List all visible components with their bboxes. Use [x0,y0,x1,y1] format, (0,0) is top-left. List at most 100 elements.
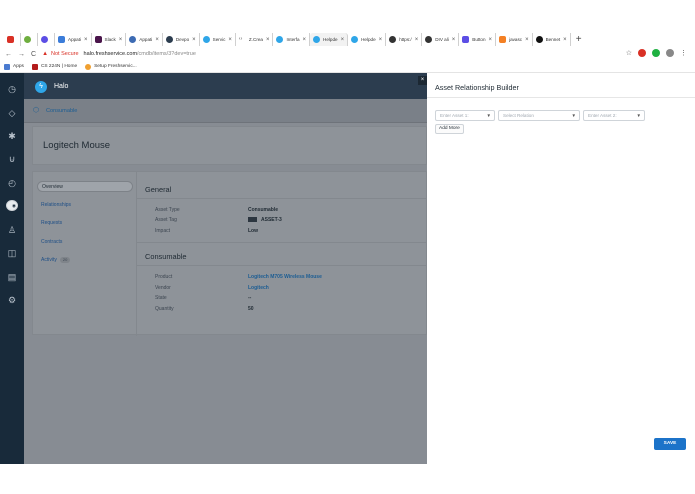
back-button[interactable]: ← [5,51,12,58]
tab-helpdesk[interactable]: Helpde × [348,33,387,46]
save-button[interactable]: SAVE [654,438,686,450]
tab-close-icon[interactable]: × [379,37,383,43]
bookmark-apps[interactable]: Apps [4,63,24,70]
screen: Appati × Slack × Appati × Devpo × Servic × ‹›… [0,0,695,494]
section-title-general: General [145,185,172,194]
tab-label: Helpde [323,37,338,42]
bookmark-freshservice[interactable]: Setup Freshservic... [85,63,137,70]
tab-zcrea[interactable]: ‹› Z.Crea × [236,33,274,46]
breadcrumb-consumable[interactable]: Consumable [46,108,77,114]
reports-icon[interactable]: ▤ [6,271,18,283]
field-label-vendor: Vendor [155,285,171,291]
tab-close-icon[interactable]: × [303,37,307,43]
users-icon[interactable]: ♙ [6,224,18,236]
tab-close-icon[interactable]: × [192,37,196,43]
field-value-impact: Low [248,228,258,234]
tab-close-icon[interactable]: × [84,37,88,43]
tab-close-icon[interactable]: × [341,37,345,43]
field-value-product-link[interactable]: Logitech M705 Wireless Mouse [248,274,322,280]
menu-icon[interactable]: ⋮ [680,49,687,57]
warning-icon: ▲ [42,51,49,57]
chrome-tab[interactable] [38,33,55,46]
bookmark-cs224n[interactable]: CS 224N | Home [31,63,78,70]
tab-favicon [94,36,102,43]
tab-label: Appati [139,37,153,42]
tab-favicon [535,36,543,43]
tab-appati[interactable]: Appati × [55,33,92,46]
new-tab-button[interactable]: + [576,34,582,45]
url-path: /cmdb/items/3?dev=true [137,51,196,57]
tab-service[interactable]: Servic × [200,33,236,46]
tab-requests[interactable]: Requests [37,218,133,229]
tickets-icon[interactable]: ◇ [6,107,18,119]
admin-gear-icon[interactable]: ⚙ [6,294,18,306]
relation-placeholder: Select Relation [503,113,534,118]
tab-close-icon[interactable]: × [119,37,123,43]
forward-button[interactable]: → [18,51,25,58]
tab-close-icon[interactable]: × [525,37,529,43]
asset2-select[interactable]: Enter Asset 2: ▼ [583,110,645,121]
dashboard-icon[interactable]: ◷ [6,83,18,95]
tab-activity[interactable]: Activity 20 [37,255,133,266]
tab-label: https:/ [399,37,412,42]
tab-close-icon[interactable]: × [415,37,419,43]
tab-appati-2[interactable]: Appati × [126,33,163,46]
consumable-icon: ⬡ [33,107,40,114]
field-label-impact: Impact [155,228,171,234]
tab-close-icon[interactable]: × [266,37,270,43]
relation-select[interactable]: Select Relation ▼ [498,110,580,121]
field-label-product: Product [155,274,173,280]
add-more-button[interactable]: Add More [435,124,464,134]
tab-close-icon[interactable]: × [452,37,456,43]
tab-slack[interactable]: Slack × [92,33,127,46]
close-panel-button[interactable]: × [418,76,427,85]
problems-icon[interactable]: ✱ [6,130,18,142]
tab-label: Relationships [41,201,72,208]
tab-relationships[interactable]: Relationships [37,200,133,211]
not-secure-label[interactable]: Not Secure [51,51,79,57]
tab-close-icon[interactable]: × [563,37,567,43]
tab-close-icon[interactable]: × [155,37,159,43]
divider [137,198,428,199]
tab-row: Appati × Slack × Appati × Devpo × Servic × ‹›… [4,33,582,46]
bookmark-label: Setup Freshservic... [94,64,137,69]
reload-button[interactable]: C [31,51,36,58]
url-field[interactable]: halo.freshservice.com/cmdb/items/3?dev=t… [84,51,196,57]
halo-logo-icon: ϟ [35,81,47,93]
chrome-tab[interactable] [21,33,38,46]
nav-buttons: ← → C [0,51,36,58]
tab-contracts[interactable]: Contracts [37,237,133,248]
tab-close-icon[interactable]: × [228,37,232,43]
tab-overview[interactable]: Overview [37,181,133,192]
chevron-down-icon: ▼ [486,113,491,118]
bookmark-label: CS 224N | Home [40,64,78,69]
apps-grid-icon [4,63,10,70]
relationship-builder-panel: Asset Relationship Builder Enter Asset 1… [427,73,695,466]
asset1-select[interactable]: Enter Asset 1: ▼ [435,110,495,121]
solutions-icon[interactable]: ◫ [6,247,18,259]
left-nav: ◷ ◇ ✱ ⊍ ◴ ◉ ♙ ◫ ▤ ⚙ [0,73,24,494]
tab-close-icon[interactable]: × [489,37,493,43]
tab-javascript[interactable]: javasc × [496,33,533,46]
field-value-vendor-link[interactable]: Logitech [248,285,269,291]
tab-div-align[interactable]: DIV ali × [422,33,460,46]
asset1-placeholder: Enter Asset 1: [440,113,469,118]
bookmark-star-icon[interactable]: ☆ [626,49,632,57]
changes-icon[interactable]: ⊍ [6,153,18,165]
chevron-down-icon: ▼ [636,113,641,118]
tab-helpdesk-active[interactable]: Helpde × [310,33,349,46]
tab-label: DIV ali [435,37,449,42]
tab-interface[interactable]: Interfa × [273,33,311,46]
tab-bennet[interactable]: Bennet × [533,33,571,46]
tab-https[interactable]: https:/× [386,33,423,46]
assets-icon[interactable]: ◉ [6,200,18,211]
releases-icon[interactable]: ◴ [6,177,18,189]
tab-button[interactable]: Button × [459,33,497,46]
tab-devpost[interactable]: Devpo × [163,33,200,46]
gmail-tab[interactable] [4,33,21,46]
app-name: Halo [54,83,69,90]
grammarly-extension-icon[interactable] [652,49,660,57]
opera-extension-icon[interactable] [638,49,646,57]
profile-avatar[interactable] [666,49,674,57]
asset2-placeholder: Enter Asset 2: [588,113,617,118]
